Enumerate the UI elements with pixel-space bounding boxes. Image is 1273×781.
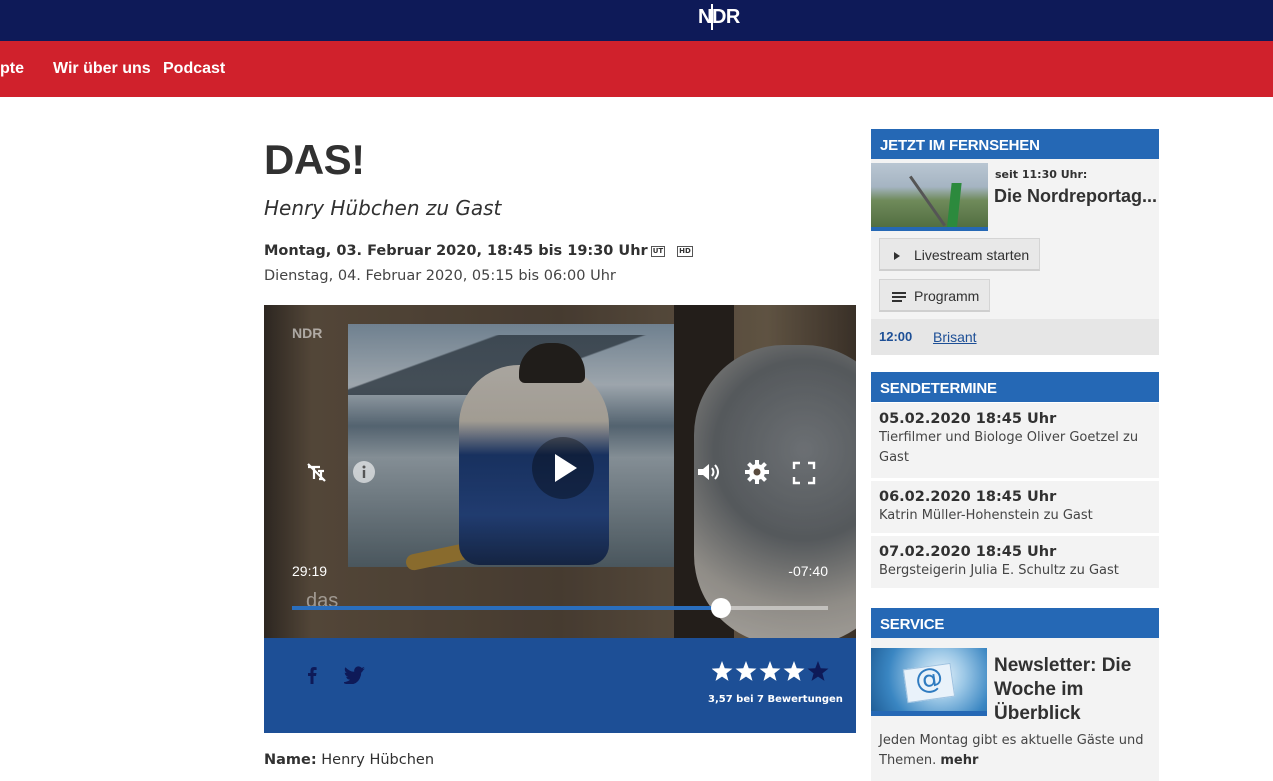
tv-now-thumbnail[interactable] [871,163,988,231]
tv-next-row: 12:00 Brisant [871,319,1159,355]
play-button[interactable] [532,437,594,499]
name-label: Name: [264,752,317,768]
sendetermin-desc: Katrin Müller-Hohenstein zu Gast [879,508,1093,523]
fullscreen-icon[interactable] [792,461,816,489]
subtitles-off-icon[interactable] [304,461,328,487]
newsletter-more-link[interactable]: mehr [940,753,978,768]
newsletter-thumbnail[interactable]: @ [871,648,987,716]
video-player[interactable]: NDR das 29:19 -07:40 [264,305,856,638]
sendetermin-date: 07.02.2020 18:45 Uhr [879,544,1057,560]
hd-badge: HD [677,246,693,257]
play-icon [555,454,577,482]
list-icon [892,290,906,306]
elapsed-time: 29:19 [292,563,328,579]
livestream-label: Livestream starten [914,247,1030,263]
rating-star-icon[interactable] [711,661,733,681]
tv-next-time: 12:00 [879,329,913,344]
tv-now-since: seit 11:30 Uhr: [995,168,1088,181]
play-small-icon [892,249,902,265]
top-header: NDR [0,0,1273,41]
sendetermin-desc: Tierfilmer und Biologe Oliver Goetzel zu… [879,430,1139,465]
newsletter-title[interactable]: Newsletter: Die Woche im Überblick [994,654,1154,726]
sendetermin-date: 05.02.2020 18:45 Uhr [879,411,1057,427]
progress-bar[interactable] [292,598,828,618]
ndr-logo-bar [711,4,713,30]
settings-gear-icon[interactable] [744,459,770,489]
sendetermine-heading: SENDETERMINE [871,372,1159,402]
remaining-time: -07:40 [788,563,828,579]
thumbnail-strip [871,227,988,231]
main-nav: pte Wir über uns Podcast [0,41,1273,97]
cast-name-line: Name: Henry Hübchen [264,752,434,768]
share-rating-bar: 3,57 bei 7 Bewertungen [264,638,856,733]
newsletter-teaser-text: Jeden Montag gibt es aktuelle Gäste und … [879,733,1144,768]
rating-star-icon[interactable] [735,661,757,681]
newsletter-teaser: Jeden Montag gibt es aktuelle Gäste und … [879,731,1155,771]
service-heading: SERVICE [871,608,1159,638]
at-sign-icon: @ [912,660,946,697]
tv-next-show-link[interactable]: Brisant [933,329,977,345]
nav-item-podcast[interactable]: Podcast [163,60,225,78]
tv-now-show-title[interactable]: Die Nordreportag... [994,186,1157,207]
nav-item-sendungen[interactable]: pte [0,60,24,78]
rating-star-icon[interactable] [807,661,829,681]
thumbnail-strip [871,711,987,716]
rating-star-icon[interactable] [783,661,805,681]
sendetermin-desc: Bergsteigerin Julia E. Schultz zu Gast [879,563,1119,578]
page-subtitle: Henry Hübchen zu Gast [264,196,502,220]
twitter-icon[interactable] [341,666,366,688]
star-rating-icons [711,661,829,681]
facebook-icon[interactable] [306,666,318,688]
programm-label: Programm [914,288,980,304]
sendetermin-item: 05.02.2020 18:45 Uhr Tierfilmer und Biol… [871,403,1159,478]
rating-summary: 3,57 bei 7 Bewertungen [708,694,843,705]
airing-repeat: Dienstag, 04. Februar 2020, 05:15 bis 06… [264,268,616,284]
programm-button[interactable]: Programm [879,279,991,312]
sendetermin-date: 06.02.2020 18:45 Uhr [879,489,1057,505]
page-title: DAS! [264,136,365,183]
sendetermin-item: 06.02.2020 18:45 Uhr Katrin Müller-Hohen… [871,481,1159,533]
airing-primary-text: Montag, 03. Februar 2020, 18:45 bis 19:3… [264,243,648,259]
ndr-logo[interactable]: NDR [698,6,740,29]
thumbnail-track [946,183,962,231]
ut-badge: UT [650,246,666,257]
airing-primary: Montag, 03. Februar 2020, 18:45 bis 19:3… [264,243,693,259]
volume-icon[interactable] [696,460,722,488]
tv-now-heading: JETZT IM FERNSEHEN [871,129,1159,159]
sendetermin-item: 07.02.2020 18:45 Uhr Bergsteigerin Julia… [871,536,1159,588]
video-watermark: NDR [292,325,323,341]
progress-knob[interactable] [710,598,731,618]
nav-item-wir-ueber-uns[interactable]: Wir über uns [53,60,151,78]
name-value: Henry Hübchen [321,752,435,768]
rating-star-icon[interactable] [759,661,781,681]
livestream-button[interactable]: Livestream starten [879,238,1041,271]
progress-fill [292,606,721,610]
star-rating[interactable] [711,660,832,684]
info-icon[interactable] [352,460,376,488]
thumbnail-crane [909,175,946,227]
